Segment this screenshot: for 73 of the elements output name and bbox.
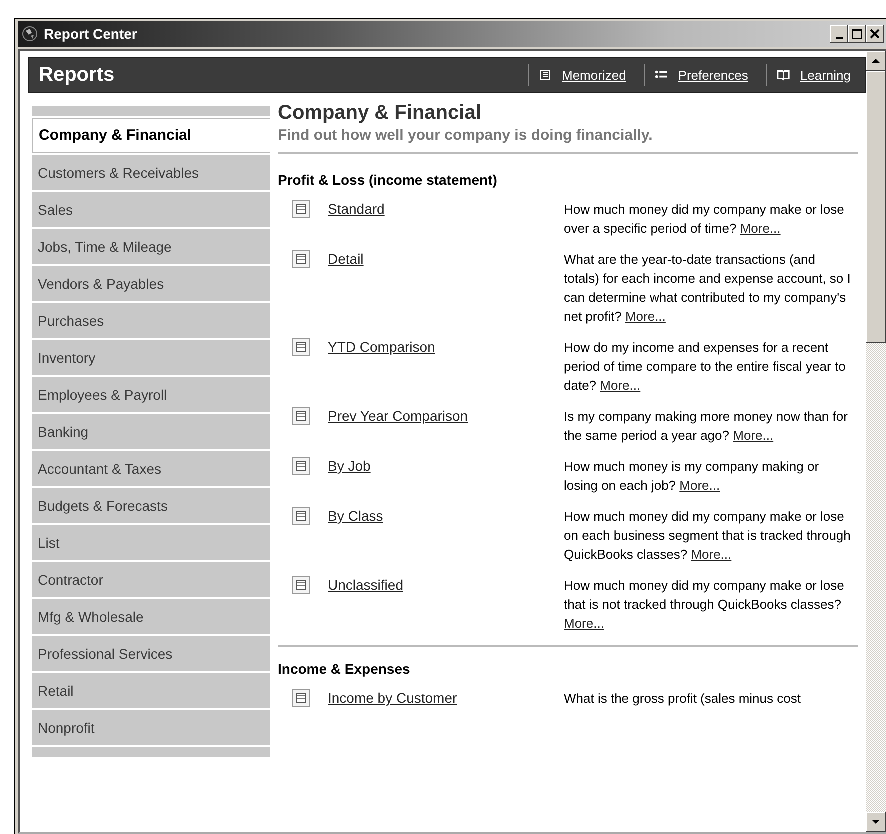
section-heading: Income & Expenses bbox=[278, 661, 412, 677]
scroll-down-button[interactable] bbox=[866, 812, 886, 832]
category-item[interactable]: Jobs, Time & Mileage bbox=[32, 229, 270, 264]
more-link[interactable]: More... bbox=[564, 616, 604, 631]
category-item[interactable]: Mfg & Wholesale bbox=[32, 599, 270, 634]
report-icon[interactable] bbox=[292, 407, 310, 425]
report-description: How much money did my company make or lose that is not tracked through QuickBooks classes? More... bbox=[564, 577, 846, 633]
category-item[interactable]: Vendors & Payables bbox=[32, 266, 270, 301]
header-link[interactable]: Preferences bbox=[678, 68, 748, 82]
report-icon[interactable] bbox=[292, 457, 310, 475]
report-icon[interactable] bbox=[292, 576, 310, 594]
category-item[interactable]: Company & Financial bbox=[32, 118, 270, 153]
category-item[interactable]: Banking bbox=[32, 414, 270, 449]
maximize-button[interactable] bbox=[848, 25, 866, 43]
report-description: What are the year-to-date transactions (and totals) for each income and expense account, so I can determine what contributed to my company's net profit? More... bbox=[564, 251, 852, 326]
category-item[interactable]: Purchases bbox=[32, 303, 270, 338]
category-item[interactable]: Retail bbox=[32, 673, 270, 708]
list-icon bbox=[539, 69, 552, 81]
category-item[interactable]: Customers & Receivables bbox=[32, 155, 270, 190]
down-arrow-icon bbox=[871, 817, 881, 827]
category-item[interactable]: Budgets & Forecasts bbox=[32, 488, 270, 523]
more-link[interactable]: More... bbox=[740, 221, 781, 236]
category-item[interactable]: Employees & Payroll bbox=[32, 377, 270, 412]
report-description: How do my income and expenses for a recent period of time compare to the entire fiscal year to date? More... bbox=[564, 339, 847, 395]
more-link[interactable]: More... bbox=[625, 309, 666, 324]
report-link[interactable]: Unclassified bbox=[328, 576, 548, 633]
report-icon[interactable] bbox=[292, 689, 310, 707]
report-link[interactable]: Standard bbox=[328, 200, 548, 238]
report-link[interactable]: By Job bbox=[328, 457, 548, 495]
category-item[interactable]: Contractor bbox=[32, 562, 270, 597]
category-item[interactable]: Professional Services bbox=[32, 636, 270, 671]
report-icon[interactable] bbox=[292, 200, 310, 218]
scroll-up-button[interactable] bbox=[866, 51, 886, 71]
scrollbar[interactable] bbox=[866, 51, 886, 832]
minimize-icon bbox=[836, 37, 842, 39]
report-link[interactable]: YTD Comparison bbox=[328, 338, 548, 395]
category-item[interactable]: Inventory bbox=[32, 340, 270, 375]
report-description: What is the gross profit (sales minus cost bbox=[564, 690, 802, 708]
maximize-icon bbox=[852, 29, 862, 39]
category-item[interactable]: List bbox=[32, 525, 270, 560]
header-link[interactable]: Learning bbox=[800, 68, 851, 82]
more-link[interactable]: More... bbox=[733, 428, 774, 443]
book-icon bbox=[777, 69, 790, 81]
report-description: How much money did my company make or lose on each business segment that is tracked through QuickBooks classes? More... bbox=[564, 508, 852, 564]
report-link[interactable]: Prev Year Comparison bbox=[328, 407, 548, 445]
scroll-thumb[interactable] bbox=[866, 71, 886, 343]
close-icon bbox=[870, 29, 880, 39]
category-item[interactable]: Sales bbox=[32, 192, 270, 227]
more-link[interactable]: More... bbox=[680, 478, 720, 493]
globe-icon bbox=[22, 26, 38, 42]
window-title: Report Center bbox=[44, 26, 138, 42]
page-title: Company & Financial bbox=[278, 101, 482, 125]
more-link[interactable]: More... bbox=[691, 547, 732, 562]
up-arrow-icon bbox=[871, 56, 881, 66]
page-subtitle: Find out how well your company is doing financially. bbox=[278, 127, 654, 144]
header-title: Reports bbox=[39, 64, 116, 86]
more-link[interactable]: More... bbox=[600, 378, 641, 393]
report-description: How much money did my company make or lose over a specific period of time? More... bbox=[564, 201, 846, 238]
report-icon[interactable] bbox=[292, 507, 310, 525]
report-icon[interactable] bbox=[292, 338, 310, 356]
report-description: How much money is my company making or losing on each job? More... bbox=[564, 458, 820, 495]
report-icon[interactable] bbox=[292, 250, 310, 268]
report-link[interactable]: Detail bbox=[328, 250, 548, 326]
minimize-button[interactable] bbox=[830, 25, 848, 43]
options-icon bbox=[655, 69, 668, 81]
report-link[interactable]: By Class bbox=[328, 507, 548, 564]
category-item[interactable]: Accountant & Taxes bbox=[32, 451, 270, 486]
close-button[interactable] bbox=[866, 25, 884, 43]
section-heading: Profit & Loss (income statement) bbox=[278, 172, 498, 188]
report-link[interactable]: Income by Customer bbox=[328, 689, 548, 708]
category-item[interactable]: Nonprofit bbox=[32, 710, 270, 745]
header-link[interactable]: Memorized bbox=[562, 68, 626, 82]
report-description: Is my company making more money now than for the same period a year ago? More... bbox=[564, 408, 849, 445]
